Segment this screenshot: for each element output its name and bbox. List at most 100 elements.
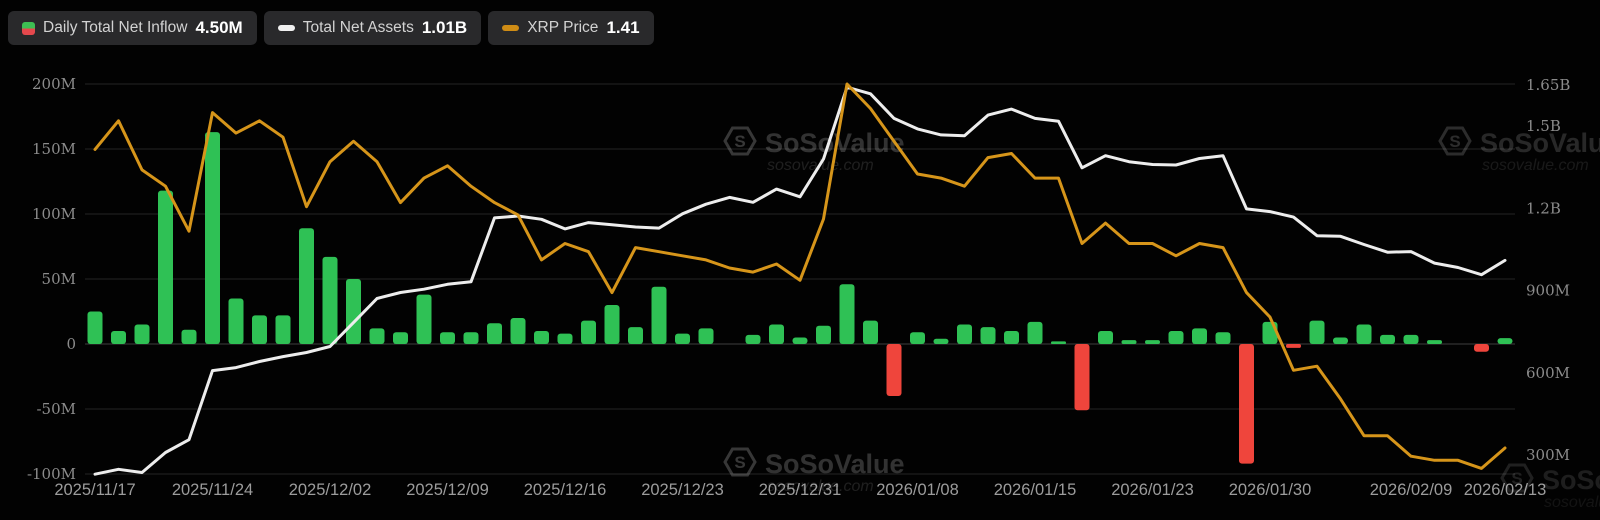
sosovalue-cube-letter: S bbox=[734, 453, 745, 472]
inflow-bar-positive[interactable] bbox=[769, 325, 784, 345]
x-axis-tick-label: 2026/01/23 bbox=[1111, 481, 1194, 499]
x-axis-tick-label: 2026/01/08 bbox=[876, 481, 959, 499]
sosovalue-cube-letter: S bbox=[734, 132, 745, 151]
inflow-bar-positive[interactable] bbox=[981, 327, 996, 344]
inflow-bar-positive[interactable] bbox=[816, 326, 831, 344]
inflow-bar-positive[interactable] bbox=[652, 287, 667, 344]
inflow-bar-positive[interactable] bbox=[88, 312, 103, 345]
x-axis-tick-label: 2026/01/15 bbox=[994, 481, 1077, 499]
inflow-bar-positive[interactable] bbox=[1004, 331, 1019, 344]
right-axis-tick-label: 1.2B bbox=[1526, 199, 1561, 217]
left-axis-tick-label: -50M bbox=[36, 400, 76, 418]
x-axis-tick-label: 2025/11/17 bbox=[54, 481, 135, 499]
inflow-bar-positive[interactable] bbox=[605, 305, 620, 344]
watermark-domain-text: sosovalue.com bbox=[1482, 157, 1589, 174]
inflow-bar-negative[interactable] bbox=[1239, 344, 1254, 464]
inflow-bar-positive[interactable] bbox=[393, 332, 408, 344]
inflow-bar-positive[interactable] bbox=[558, 334, 573, 344]
inflow-bar-positive[interactable] bbox=[276, 315, 291, 344]
inflow-bar-positive[interactable] bbox=[910, 332, 925, 344]
inflow-bar-positive[interactable] bbox=[1028, 322, 1043, 344]
left-axis-tick-label: 0 bbox=[66, 335, 76, 353]
sosovalue-watermark: SSoSoValuesosovalue.com bbox=[725, 128, 905, 174]
price-line-icon bbox=[502, 25, 519, 31]
legend-item-total-net-assets[interactable]: Total Net Assets 1.01B bbox=[264, 11, 482, 45]
inflow-bar-positive[interactable] bbox=[699, 328, 714, 344]
inflow-bar-positive[interactable] bbox=[1333, 338, 1348, 345]
legend-label-total-net-assets: Total Net Assets bbox=[303, 19, 414, 37]
sosovalue-cube-letter: S bbox=[1511, 469, 1522, 488]
inflow-bar-positive[interactable] bbox=[840, 284, 855, 344]
inflow-bar-positive[interactable] bbox=[182, 330, 197, 344]
inflow-bar-positive[interactable] bbox=[1357, 325, 1372, 345]
x-axis-tick-label: 2026/02/09 bbox=[1370, 481, 1453, 499]
inflow-bar-positive[interactable] bbox=[863, 321, 878, 344]
inflow-bar-positive[interactable] bbox=[1192, 328, 1207, 344]
x-axis-tick-label: 2025/12/16 bbox=[524, 481, 607, 499]
inflow-bar-positive[interactable] bbox=[135, 325, 150, 345]
inflow-bar-positive[interactable] bbox=[534, 331, 549, 344]
chart-canvas[interactable]: 200M150M100M50M0-50M-100M1.65B1.5B1.2B90… bbox=[0, 0, 1600, 520]
legend-value-daily-net-inflow: 4.50M bbox=[195, 18, 242, 38]
legend-label-daily-net-inflow: Daily Total Net Inflow bbox=[43, 19, 187, 37]
inflow-bar-positive[interactable] bbox=[793, 338, 808, 345]
inflow-bar-positive[interactable] bbox=[1098, 331, 1113, 344]
inflow-bar-positive[interactable] bbox=[1380, 335, 1395, 344]
inflow-bar-positive[interactable] bbox=[417, 295, 432, 344]
watermark-domain-text: sosovalue.com bbox=[767, 478, 874, 495]
left-axis-tick-label: 200M bbox=[32, 75, 76, 93]
inflow-bar-positive[interactable] bbox=[1122, 340, 1137, 344]
legend-value-total-net-assets: 1.01B bbox=[422, 18, 467, 38]
inflow-bar-positive[interactable] bbox=[1051, 341, 1066, 344]
watermark-domain-text: sosovalue.com bbox=[1544, 494, 1600, 511]
inflow-bar-negative[interactable] bbox=[1075, 344, 1090, 410]
inflow-bar-positive[interactable] bbox=[746, 335, 761, 344]
x-axis-tick-label: 2025/12/02 bbox=[289, 481, 372, 499]
watermark-brand-text: SoSoValue bbox=[1480, 128, 1600, 158]
legend-label-xrp-price: XRP Price bbox=[527, 19, 598, 37]
inflow-bar-positive[interactable] bbox=[1263, 322, 1278, 344]
inflow-bar-positive[interactable] bbox=[1145, 340, 1160, 344]
inflow-bar-positive[interactable] bbox=[346, 279, 361, 344]
inflow-bar-positive[interactable] bbox=[464, 332, 479, 344]
inflow-bar-positive[interactable] bbox=[158, 191, 173, 344]
inflow-bar-negative[interactable] bbox=[1286, 344, 1301, 348]
assets-line-icon bbox=[278, 25, 295, 31]
chart-legend: Daily Total Net Inflow 4.50M Total Net A… bbox=[8, 11, 654, 45]
inflow-bar-positive[interactable] bbox=[252, 315, 267, 344]
inflow-bar-positive[interactable] bbox=[934, 339, 949, 344]
x-axis-tick-label: 2025/12/23 bbox=[641, 481, 724, 499]
sosovalue-cube-letter: S bbox=[1449, 132, 1460, 151]
left-axis-tick-label: 100M bbox=[32, 205, 76, 223]
inflow-bar-positive[interactable] bbox=[205, 132, 220, 344]
xrp-etf-flow-dashboard: Daily Total Net Inflow 4.50M Total Net A… bbox=[0, 0, 1600, 520]
watermark-brand-text: SoSoValue bbox=[1542, 465, 1600, 495]
inflow-bar-positive[interactable] bbox=[1169, 331, 1184, 344]
inflow-bar-positive[interactable] bbox=[440, 332, 455, 344]
inflow-bar-positive[interactable] bbox=[1310, 321, 1325, 344]
right-axis-tick-label: 300M bbox=[1526, 446, 1570, 464]
inflow-bar-positive[interactable] bbox=[1427, 340, 1442, 344]
inflow-bar-positive[interactable] bbox=[323, 257, 338, 344]
inflow-bar-positive[interactable] bbox=[1216, 332, 1231, 344]
inflow-bar-positive[interactable] bbox=[628, 327, 643, 344]
legend-item-daily-net-inflow[interactable]: Daily Total Net Inflow 4.50M bbox=[8, 11, 257, 45]
inflow-bar-positive[interactable] bbox=[1404, 335, 1419, 344]
inflow-bar-icon bbox=[22, 22, 35, 35]
inflow-bar-positive[interactable] bbox=[957, 325, 972, 345]
inflow-bar-positive[interactable] bbox=[511, 318, 526, 344]
inflow-bar-positive[interactable] bbox=[675, 334, 690, 344]
inflow-bar-negative[interactable] bbox=[1474, 344, 1489, 352]
right-axis-tick-label: 1.65B bbox=[1526, 76, 1570, 94]
inflow-bar-positive[interactable] bbox=[370, 328, 385, 344]
inflow-bar-positive[interactable] bbox=[111, 331, 126, 344]
inflow-bar-positive[interactable] bbox=[581, 321, 596, 344]
legend-item-xrp-price[interactable]: XRP Price 1.41 bbox=[488, 11, 653, 45]
inflow-bar-positive[interactable] bbox=[299, 228, 314, 344]
inflow-bar-positive[interactable] bbox=[487, 323, 502, 344]
left-axis-tick-label: 50M bbox=[42, 270, 76, 288]
inflow-bar-negative[interactable] bbox=[887, 344, 902, 396]
inflow-bar-positive[interactable] bbox=[1498, 338, 1513, 344]
inflow-bar-positive[interactable] bbox=[229, 299, 244, 345]
right-axis-tick-label: 900M bbox=[1526, 282, 1570, 300]
